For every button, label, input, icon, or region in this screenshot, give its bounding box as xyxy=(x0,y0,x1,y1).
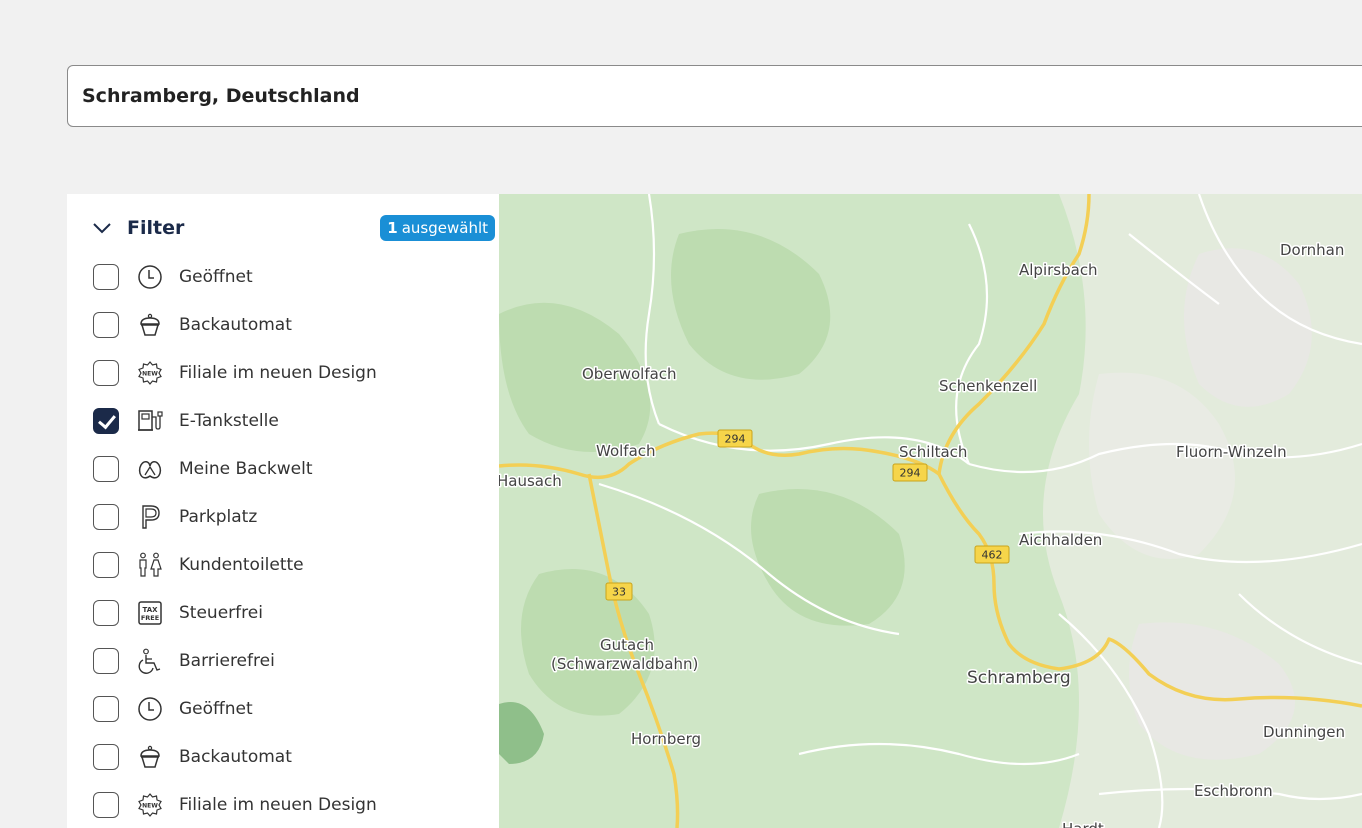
place-label: Gutach xyxy=(600,636,654,654)
filter-item-neues-design-2[interactable]: NEW Filiale im neuen Design xyxy=(93,788,493,822)
place-label: Oberwolfach xyxy=(582,365,677,383)
filter-checkbox[interactable] xyxy=(93,264,119,290)
place-label: Hardt xyxy=(1062,820,1104,828)
filter-item-e-tankstelle[interactable]: E-Tankstelle xyxy=(93,404,493,438)
place-label: Dunningen xyxy=(1263,723,1345,741)
clock-icon xyxy=(137,695,163,723)
place-label: Wolfach xyxy=(596,442,656,460)
search-value: Schramberg, Deutschland xyxy=(82,85,360,107)
place-label: Schenkenzell xyxy=(939,377,1037,395)
filter-title: Filter xyxy=(127,217,185,239)
new-badge-icon: NEW xyxy=(137,791,163,819)
filter-item-geoeffnet[interactable]: Geöffnet xyxy=(93,260,493,294)
filter-checkbox[interactable] xyxy=(93,312,119,338)
cupcake-icon xyxy=(137,743,163,771)
search-input[interactable]: Schramberg, Deutschland xyxy=(67,65,1362,127)
wheelchair-icon xyxy=(137,647,163,675)
filter-label: Backautomat xyxy=(179,747,292,767)
filter-panel: Filter 1 ausgewählt Geöffnet Backautomat … xyxy=(67,194,499,828)
road-number-294-b: 294 xyxy=(892,463,928,482)
road-number-33: 33 xyxy=(605,582,633,601)
place-label: (Schwarzwaldbahn) xyxy=(551,655,698,673)
svg-text:TAX: TAX xyxy=(142,606,158,614)
pretzel-icon xyxy=(137,455,163,483)
place-label: Dornhan xyxy=(1280,241,1344,259)
filter-checkbox[interactable] xyxy=(93,360,119,386)
filter-checkbox[interactable] xyxy=(93,648,119,674)
filter-checkbox-checked[interactable] xyxy=(93,408,119,434)
svg-text:NEW: NEW xyxy=(142,803,158,810)
place-label: Eschbronn xyxy=(1194,782,1273,800)
filter-label: Kundentoilette xyxy=(179,555,304,575)
svg-text:33: 33 xyxy=(612,586,626,599)
filter-label: Parkplatz xyxy=(179,507,258,527)
filter-item-meine-backwelt[interactable]: Meine Backwelt xyxy=(93,452,493,486)
place-label: Fluorn-Winzeln xyxy=(1176,443,1287,461)
parking-icon xyxy=(137,503,163,531)
filter-label: Barrierefrei xyxy=(179,651,275,671)
svg-text:294: 294 xyxy=(900,467,921,480)
selected-count-badge: 1 ausgewählt xyxy=(380,215,495,241)
filter-label: Geöffnet xyxy=(179,699,253,719)
filter-checkbox[interactable] xyxy=(93,552,119,578)
restroom-icon xyxy=(137,551,163,579)
filter-label: Steuerfrei xyxy=(179,603,263,623)
filter-item-kundentoilette[interactable]: Kundentoilette xyxy=(93,548,493,582)
clock-icon xyxy=(137,263,163,291)
place-label: Hausach xyxy=(499,472,562,490)
filter-label: Meine Backwelt xyxy=(179,459,313,479)
svg-text:462: 462 xyxy=(982,549,1003,562)
map-canvas[interactable]: 294 294 462 33 Dornhan Alpirsbach Oberwo… xyxy=(499,194,1362,828)
cupcake-icon xyxy=(137,311,163,339)
filter-checkbox[interactable] xyxy=(93,744,119,770)
filter-checkbox[interactable] xyxy=(93,504,119,530)
filter-item-backautomat-2[interactable]: Backautomat xyxy=(93,740,493,774)
ev-charger-icon xyxy=(137,407,163,435)
badge-count: 1 xyxy=(387,219,398,237)
map-view[interactable]: 294 294 462 33 Dornhan Alpirsbach Oberwo… xyxy=(499,194,1362,828)
svg-text:294: 294 xyxy=(725,433,746,446)
filter-item-neues-design[interactable]: NEW Filiale im neuen Design xyxy=(93,356,493,390)
filter-label: Backautomat xyxy=(179,315,292,335)
place-label: Alpirsbach xyxy=(1019,261,1098,279)
badge-text: ausgewählt xyxy=(401,219,488,237)
filter-checkbox[interactable] xyxy=(93,696,119,722)
place-label: Schramberg xyxy=(967,668,1071,688)
place-label: Hornberg xyxy=(631,730,701,748)
filter-label: Geöffnet xyxy=(179,267,253,287)
filter-header[interactable]: Filter 1 ausgewählt xyxy=(91,214,495,242)
new-badge-icon: NEW xyxy=(137,359,163,387)
filter-checkbox[interactable] xyxy=(93,600,119,626)
svg-text:NEW: NEW xyxy=(142,371,158,378)
chevron-down-icon xyxy=(93,223,111,234)
filter-checkbox[interactable] xyxy=(93,456,119,482)
place-label: Aichhalden xyxy=(1019,531,1102,549)
road-number-462: 462 xyxy=(974,545,1010,564)
filter-label: Filiale im neuen Design xyxy=(179,795,377,815)
filter-label: E-Tankstelle xyxy=(179,411,279,431)
filter-item-steuerfrei[interactable]: TAX FREE Steuerfrei xyxy=(93,596,493,630)
svg-text:FREE: FREE xyxy=(141,614,159,622)
place-label: Schiltach xyxy=(899,443,967,461)
filter-checkbox[interactable] xyxy=(93,792,119,818)
tax-free-icon: TAX FREE xyxy=(137,599,163,627)
filter-item-geoeffnet-2[interactable]: Geöffnet xyxy=(93,692,493,726)
filter-item-barrierefrei[interactable]: Barrierefrei xyxy=(93,644,493,678)
road-number-294-a: 294 xyxy=(717,429,753,448)
filter-label: Filiale im neuen Design xyxy=(179,363,377,383)
filter-item-parkplatz[interactable]: Parkplatz xyxy=(93,500,493,534)
filter-item-backautomat[interactable]: Backautomat xyxy=(93,308,493,342)
